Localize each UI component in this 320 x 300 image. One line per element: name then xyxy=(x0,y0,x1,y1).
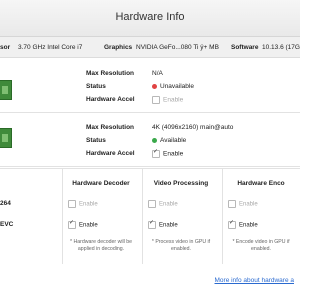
status-label: Status xyxy=(86,83,106,90)
checkbox-checked-icon xyxy=(152,148,160,158)
hardware-accel-label: Hardware Accel xyxy=(86,150,135,157)
status-text: Available xyxy=(160,137,187,144)
checkbox-label: Enable xyxy=(159,201,178,208)
hardware-accel-checkbox[interactable]: Enable xyxy=(152,96,183,104)
checkbox-icon xyxy=(228,200,236,208)
column-divider xyxy=(222,168,223,264)
checkbox-label: Enable xyxy=(163,150,184,158)
status-value: Unavailable xyxy=(152,83,194,90)
max-resolution-value: N/A xyxy=(152,70,163,77)
checkbox-label: Enable xyxy=(159,222,178,229)
status-dot-icon xyxy=(152,137,157,143)
checkbox-icon xyxy=(152,96,160,104)
feature-note: * Encode video in GPU if enabled. xyxy=(232,239,290,252)
hardware-accel-checkbox[interactable]: Enable xyxy=(152,148,184,158)
codec-label-h264: 264 xyxy=(0,200,11,207)
checkbox-checked-icon xyxy=(68,219,76,229)
gpu-block-discrete: Max Resolution 4K (4096x2160) main@auto … xyxy=(0,120,300,167)
checkbox-icon xyxy=(68,200,76,208)
status-label: Status xyxy=(86,137,106,144)
max-resolution-value: 4K (4096x2160) main@auto xyxy=(152,124,234,131)
checkbox-icon xyxy=(148,200,156,208)
checkbox-label: Enable xyxy=(79,222,98,229)
checkbox-checked-icon xyxy=(228,219,236,229)
decoder-h264-checkbox[interactable]: Enable xyxy=(68,200,98,208)
decoder-hevc-checkbox[interactable]: Enable xyxy=(68,219,98,229)
system-summary-bar: sor 3.70 GHz Intel Core i7 Graphics NVID… xyxy=(0,37,300,58)
checkbox-label: Enable xyxy=(239,201,258,208)
status-value: Available xyxy=(152,137,186,144)
features-panel: 264 EVC Hardware Decoder Enable Enable *… xyxy=(0,168,300,269)
checkbox-label: Enable xyxy=(163,96,184,104)
codec-label-hevc: EVC xyxy=(0,221,14,228)
window-title: Hardware Info xyxy=(115,11,185,23)
feature-title: Hardware Enco xyxy=(237,180,285,187)
window-titlebar: Hardware Info xyxy=(0,0,300,37)
checkbox-label: Enable xyxy=(239,222,258,229)
max-resolution-label: Max Resolution xyxy=(86,70,135,77)
encoder-hevc-checkbox[interactable]: Enable xyxy=(228,219,258,229)
checkbox-label: Enable xyxy=(79,201,98,208)
feature-title: Video Processing xyxy=(153,180,209,187)
processing-hevc-checkbox[interactable]: Enable xyxy=(148,219,178,229)
feature-title: Hardware Decoder xyxy=(72,180,130,187)
feature-note: * Process video in GPU if enabled. xyxy=(151,239,211,252)
column-divider xyxy=(142,168,143,264)
status-text: Unavailable xyxy=(160,83,194,90)
more-info-link[interactable]: More info about hardware a xyxy=(215,277,295,284)
max-resolution-label: Max Resolution xyxy=(86,124,135,131)
processing-h264-checkbox[interactable]: Enable xyxy=(148,200,178,208)
processor-label: sor xyxy=(0,44,11,51)
processor-value: 3.70 GHz Intel Core i7 xyxy=(18,44,83,51)
checkbox-checked-icon xyxy=(148,219,156,229)
feature-note: * Hardware decoder will be applied in de… xyxy=(70,239,132,252)
hardware-accel-label: Hardware Accel xyxy=(86,96,135,103)
encoder-h264-checkbox[interactable]: Enable xyxy=(228,200,258,208)
software-label: Software xyxy=(231,44,259,51)
graphics-label: Graphics xyxy=(104,44,133,51)
gpu-chip-icon xyxy=(0,128,12,148)
column-divider xyxy=(62,168,63,264)
gpu-chip-icon xyxy=(0,80,12,100)
graphics-value: NVIDIA GeFo...080 Ti ÿ+ MB xyxy=(136,44,219,51)
gpu-block-integrated: Max Resolution N/A Status Unavailable Ha… xyxy=(0,66,300,113)
software-value: 10.13.6 (17G xyxy=(262,44,300,51)
status-dot-icon xyxy=(152,83,157,89)
